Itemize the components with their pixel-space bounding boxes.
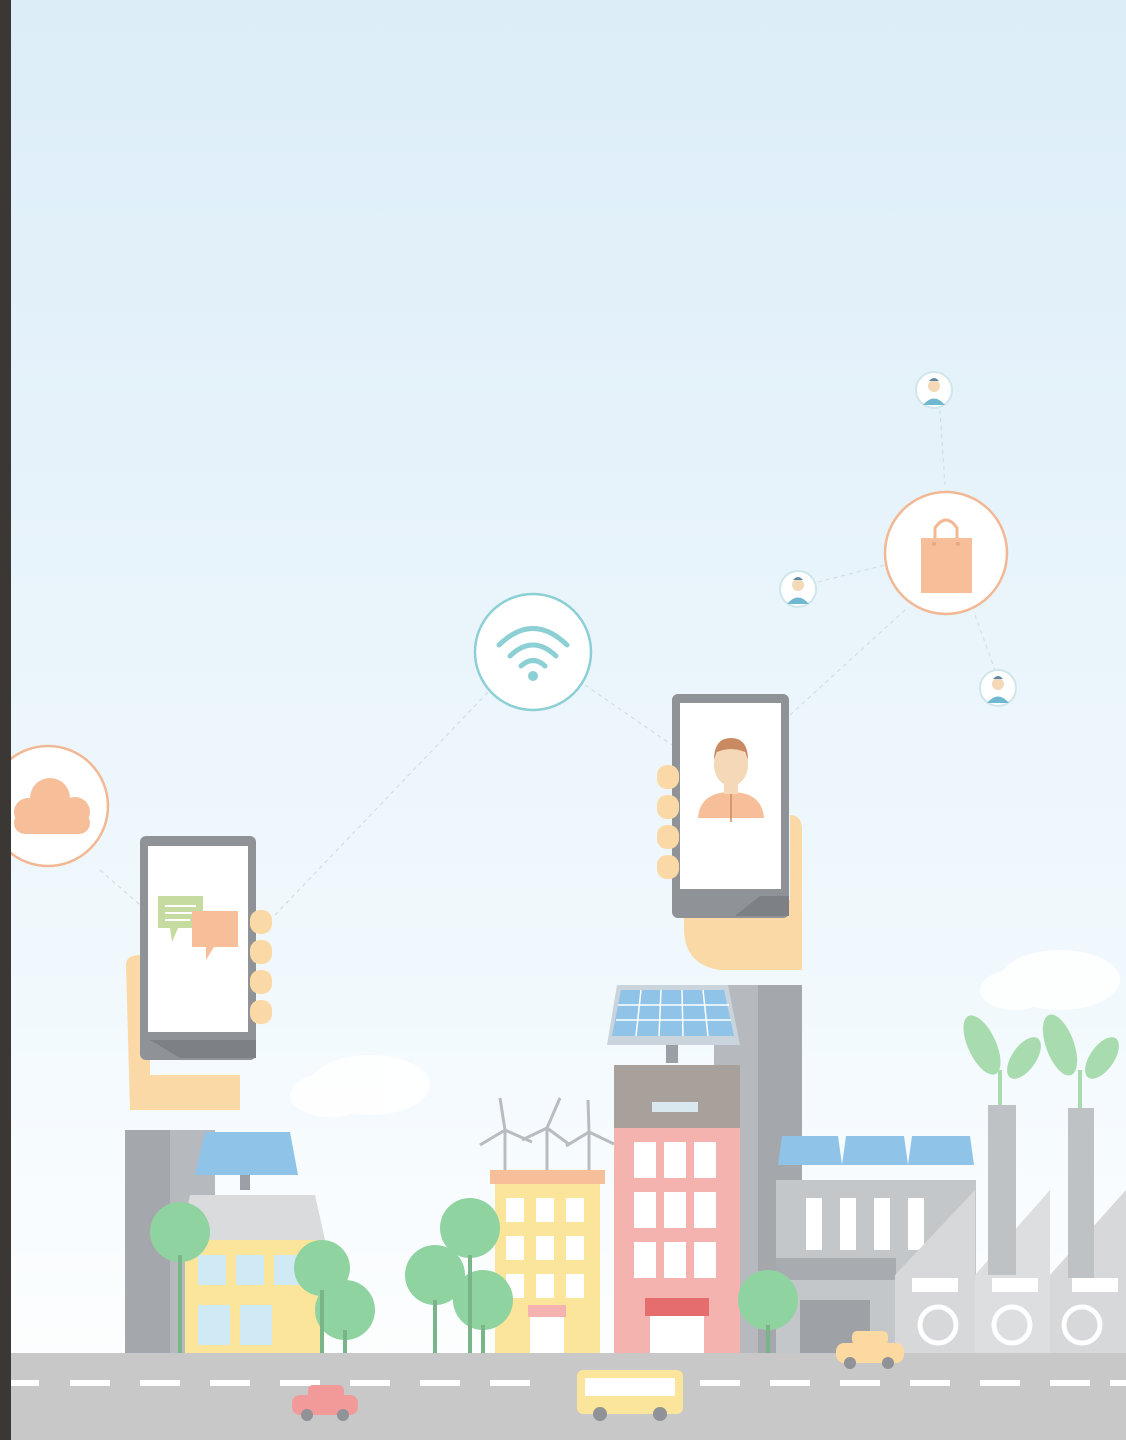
wifi-node [473,592,593,712]
solar-panel-icon [778,1136,974,1165]
road [11,1353,1126,1440]
bus [577,1370,683,1421]
cloud-node [11,744,110,868]
smart-city-scene [11,0,1126,1440]
pink-building [614,1065,740,1355]
user-node-right [979,669,1017,707]
user-node-left [779,570,817,608]
user-node-top [915,371,953,409]
shopping-node [883,490,1009,616]
